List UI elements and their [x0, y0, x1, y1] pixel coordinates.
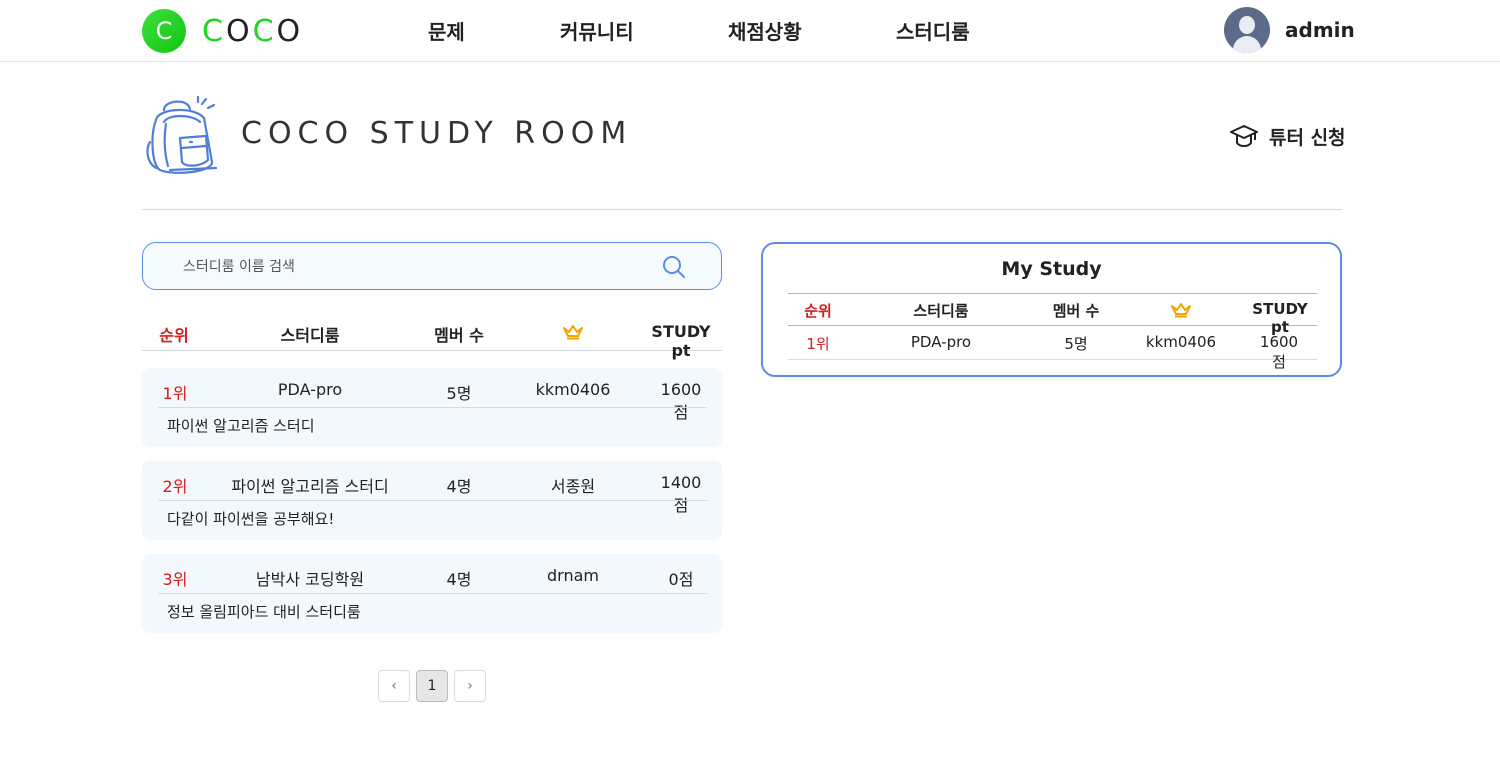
member-count: 5명 — [446, 384, 472, 403]
username[interactable]: admin — [1285, 18, 1355, 42]
study-name: 파이썬 알고리즘 스터디 — [231, 477, 389, 496]
backpack-icon — [146, 96, 218, 174]
study-points: 0점 — [668, 570, 694, 589]
nav-study-room[interactable]: 스터디룸 — [896, 16, 970, 45]
logo-letter-1: C — [202, 13, 226, 49]
study-name: PDA-pro — [910, 333, 972, 351]
crown-icon — [563, 325, 583, 340]
study-room-search-input[interactable] — [183, 255, 643, 279]
leader: 서종원 — [550, 477, 596, 496]
col-members: 멤버 수 — [1052, 302, 1100, 320]
study-room-card[interactable]: 2위 파이썬 알고리즘 스터디 4명 서종원 1400점 다같이 파이썬을 공부… — [142, 461, 722, 540]
col-rank: 순위 — [159, 326, 189, 345]
study-description: 파이썬 알고리즘 스터디 — [167, 417, 315, 435]
study-room-card[interactable]: 1위 PDA-pro 5명 kkm0406 1600점 파이썬 알고리즘 스터디 — [142, 368, 722, 447]
leader: kkm0406 — [1145, 333, 1217, 351]
study-points: 1400점 — [660, 473, 702, 515]
logo-letter-2: O — [225, 13, 253, 49]
rank: 2위 — [162, 477, 188, 496]
logo-mark: C — [142, 9, 186, 53]
study-name: PDA-pro — [277, 380, 343, 399]
study-description: 다같이 파이썬을 공부해요! — [167, 510, 335, 528]
coco-logo[interactable]: C COCO — [142, 8, 303, 54]
col-rank: 순위 — [804, 302, 832, 320]
member-count: 5명 — [1064, 335, 1088, 353]
tutor-apply-label: 튜터 신청 — [1269, 126, 1346, 149]
page-1-button[interactable]: 1 — [416, 670, 448, 702]
user-menu[interactable]: admin — [1224, 7, 1355, 53]
nav-problems[interactable]: 문제 — [428, 16, 465, 45]
study-room-card[interactable]: 3위 남박사 코딩학원 4명 drnam 0점 정보 올림피아드 대비 스터디룸 — [142, 554, 722, 633]
study-description: 정보 올림피아드 대비 스터디룸 — [167, 603, 361, 621]
avatar[interactable] — [1224, 7, 1270, 53]
leader: drnam — [547, 566, 599, 585]
graduation-cap-icon — [1230, 125, 1258, 147]
logo-wordmark: COCO — [202, 14, 303, 49]
logo-letter-3: C — [252, 13, 277, 49]
col-study-points: STUDY pt — [651, 322, 711, 360]
rank: 3위 — [162, 570, 188, 589]
nav-grading-status[interactable]: 채점상황 — [728, 16, 802, 45]
study-name: 남박사 코딩학원 — [255, 570, 365, 589]
crown-icon — [1171, 303, 1191, 318]
page-title: COCO STUDY ROOM — [241, 116, 633, 151]
study-points: 1600점 — [1259, 333, 1299, 371]
study-list-header: 순위 스터디룸 멤버 수 STUDY pt — [142, 312, 722, 360]
member-count: 4명 — [446, 477, 472, 496]
nav-community[interactable]: 커뮤니티 — [560, 16, 634, 45]
logo-mark-letter: C — [155, 17, 173, 45]
my-study-header: 순위 스터디룸 멤버 수 STUDY pt — [788, 293, 1317, 336]
study-points: 1600점 — [660, 380, 702, 422]
rank: 1위 — [806, 335, 830, 353]
rank: 1위 — [162, 384, 188, 403]
my-study-title: My Study — [1001, 258, 1102, 280]
member-count: 4명 — [446, 570, 472, 589]
section-divider — [142, 209, 1342, 210]
top-navigation-bar: C COCO 문제 커뮤니티 채점상황 스터디룸 admin — [0, 0, 1500, 62]
prev-page-button[interactable]: ‹ — [378, 670, 410, 702]
col-study-room: 스터디룸 — [913, 302, 969, 320]
leader: kkm0406 — [535, 380, 611, 399]
tutor-apply-button[interactable]: 튜터 신청 — [1229, 122, 1346, 150]
study-room-search-box — [142, 242, 722, 290]
my-study-row[interactable]: 1위 PDA-pro 5명 kkm0406 1600점 — [788, 326, 1317, 371]
search-icon[interactable] — [661, 254, 687, 280]
logo-letter-4: O — [276, 13, 304, 49]
my-study-panel: My Study 순위 스터디룸 멤버 수 STUDY pt 1위 PDA-pr… — [761, 242, 1342, 377]
col-study-room: 스터디룸 — [280, 326, 340, 345]
next-page-button[interactable]: › — [454, 670, 486, 702]
col-members: 멤버 수 — [434, 326, 484, 345]
